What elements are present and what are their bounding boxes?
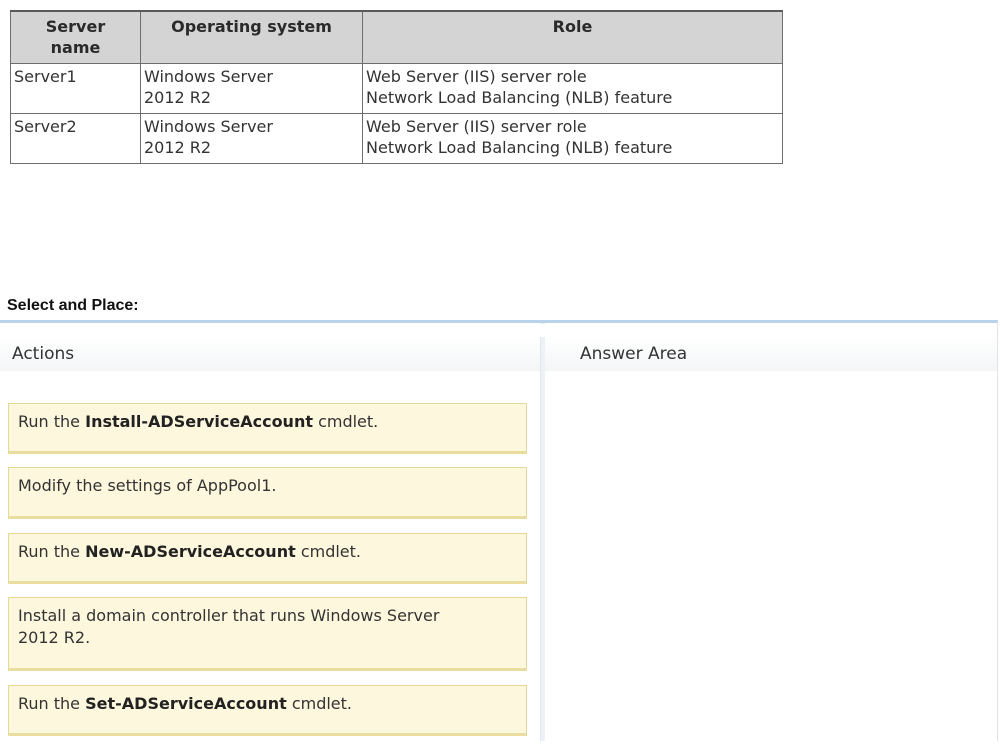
action-item-new-adserviceaccount[interactable]: Run the New-ADServiceAccount cmdlet. (8, 533, 527, 584)
role-line2: Network Load Balancing (NLB) feature (366, 138, 673, 157)
action-text-suffix: cmdlet. (312, 412, 379, 431)
action-text-suffix: cmdlet. (295, 542, 362, 561)
answer-area[interactable]: Answer Area (545, 323, 997, 741)
action-text-suffix: cmdlet. (286, 694, 353, 713)
action-item-modify-apppool1[interactable]: Modify the settings of AppPool1. (8, 467, 527, 519)
action-item-install-domain-controller[interactable]: Install a domain controller that runs Wi… (8, 597, 527, 671)
server-name: Server1 (14, 67, 77, 86)
header-server-name: Server name (10, 10, 141, 64)
action-cmdlet-name: New-ADServiceAccount (85, 542, 296, 561)
action-cmdlet-name: Set-ADServiceAccount (85, 694, 287, 713)
header-os-label: Operating system (171, 17, 332, 36)
table-header-row: Server name Operating system Role (10, 10, 783, 64)
os-line2: 2012 R2 (144, 138, 212, 157)
actions-header: Actions (0, 337, 540, 371)
action-text: Modify the settings of AppPool1. (18, 476, 277, 495)
cell-server-name: Server2 (10, 113, 141, 164)
os-line1: Windows Server (144, 67, 273, 86)
role-line1: Web Server (IIS) server role (366, 117, 587, 136)
role-line1: Web Server (IIS) server role (366, 67, 587, 86)
action-text-line1: Install a domain controller that runs Wi… (18, 606, 440, 625)
page: Server name Operating system Role Server… (0, 0, 1000, 750)
drag-drop-panel: Actions Run the Install-ADServiceAccount… (0, 320, 998, 741)
action-item-install-adserviceaccount[interactable]: Run the Install-ADServiceAccount cmdlet. (8, 403, 527, 454)
action-item-set-adserviceaccount[interactable]: Run the Set-ADServiceAccount cmdlet. (8, 685, 527, 736)
header-role-label: Role (552, 17, 593, 36)
header-server-name-line1: Server (45, 17, 106, 36)
action-text-prefix: Run the (18, 694, 86, 713)
header-operating-system: Operating system (140, 10, 363, 64)
action-text-prefix: Run the (18, 412, 86, 431)
server-name: Server2 (14, 117, 77, 136)
role-line2: Network Load Balancing (NLB) feature (366, 88, 673, 107)
cell-role: Web Server (IIS) server role Network Loa… (362, 113, 783, 164)
cell-role: Web Server (IIS) server role Network Loa… (362, 63, 783, 114)
answer-area-header: Answer Area (545, 337, 997, 371)
table-row: Server2 Windows Server 2012 R2 Web Serve… (10, 113, 783, 164)
os-line1: Windows Server (144, 117, 273, 136)
actions-column: Actions Run the Install-ADServiceAccount… (0, 323, 540, 741)
table-row: Server1 Windows Server 2012 R2 Web Serve… (10, 63, 783, 114)
cell-operating-system: Windows Server 2012 R2 (140, 113, 363, 164)
header-server-name-line2: name (50, 38, 101, 57)
header-role: Role (362, 10, 783, 64)
server-table: Server name Operating system Role Server… (10, 10, 783, 164)
cell-operating-system: Windows Server 2012 R2 (140, 63, 363, 114)
action-text-line2: 2012 R2. (18, 628, 91, 647)
cell-server-name: Server1 (10, 63, 141, 114)
action-text-prefix: Run the (18, 542, 86, 561)
action-cmdlet-name: Install-ADServiceAccount (85, 412, 313, 431)
os-line2: 2012 R2 (144, 88, 212, 107)
select-and-place-label: Select and Place: (7, 297, 139, 314)
